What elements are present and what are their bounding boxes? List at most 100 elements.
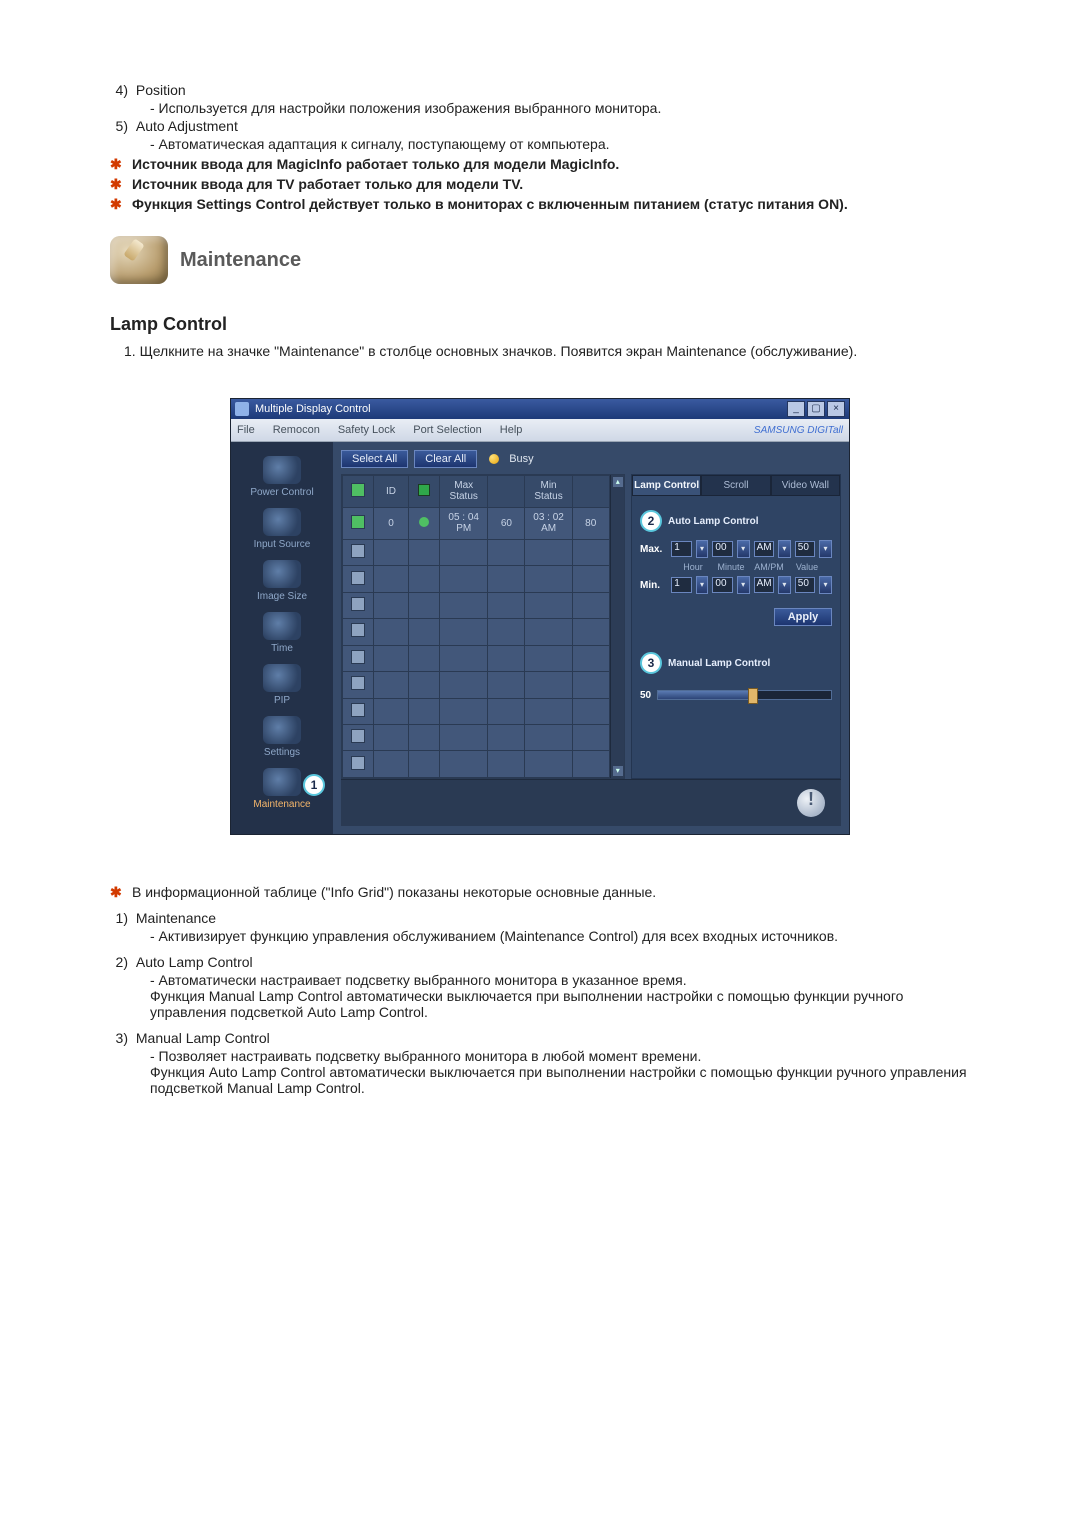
sidebar-item-pip[interactable]: PIP: [231, 664, 333, 706]
dropdown-icon[interactable]: ▾: [819, 576, 832, 594]
table-row[interactable]: [343, 619, 610, 645]
auto-lamp-title: 2 Auto Lamp Control: [640, 510, 832, 532]
menu-file[interactable]: File: [237, 424, 255, 436]
dropdown-icon[interactable]: ▾: [737, 576, 750, 594]
header-checkbox[interactable]: [351, 483, 365, 497]
min-hour-input[interactable]: 1: [671, 577, 691, 593]
dropdown-icon[interactable]: ▾: [696, 540, 709, 558]
maintenance-icon: [110, 236, 168, 284]
row-checkbox[interactable]: [351, 756, 365, 770]
row-checkbox[interactable]: [351, 515, 365, 529]
row-checkbox[interactable]: [351, 729, 365, 743]
dropdown-icon[interactable]: ▾: [819, 540, 832, 558]
app-icon: [235, 402, 249, 416]
dropdown-icon[interactable]: ▾: [737, 540, 750, 558]
tab-scroll[interactable]: Scroll: [701, 475, 770, 496]
table-row[interactable]: [343, 566, 610, 592]
note-tv: Источник ввода для TV работает только дл…: [110, 176, 970, 192]
col-max-val: [488, 476, 525, 508]
manual-lamp-label: Manual Lamp Control: [668, 658, 770, 669]
max-hour-input[interactable]: 1: [671, 541, 691, 557]
sidebar-item-label: Input Source: [231, 539, 333, 550]
status-dot-icon: [419, 517, 429, 527]
time-icon: [263, 612, 301, 640]
col-id: ID: [374, 476, 409, 508]
sidebar-item-input-source[interactable]: Input Source: [231, 508, 333, 550]
menu-remocon[interactable]: Remocon: [273, 424, 320, 436]
input-source-icon: [263, 508, 301, 536]
col-ampm-label: AM/PM: [750, 562, 788, 572]
sidebar-item-maintenance[interactable]: Maintenance 1: [231, 768, 333, 810]
cell-max-val: 60: [488, 507, 525, 539]
table-row[interactable]: [343, 592, 610, 618]
sidebar-item-time[interactable]: Time: [231, 612, 333, 654]
scroll-down-icon[interactable]: ▾: [613, 766, 623, 776]
menu-help[interactable]: Help: [500, 424, 523, 436]
close-button[interactable]: ×: [827, 401, 845, 417]
settings-icon: [263, 716, 301, 744]
max-minute-input[interactable]: 00: [712, 541, 732, 557]
sidebar-item-image-size[interactable]: Image Size: [231, 560, 333, 602]
note-magicinfo: Источник ввода для MagicInfo работает то…: [110, 156, 970, 172]
image-size-icon: [263, 560, 301, 588]
minimize-button[interactable]: _: [787, 401, 805, 417]
clear-all-button[interactable]: Clear All: [414, 450, 477, 468]
max-ampm-input[interactable]: AM: [754, 541, 774, 557]
menu-port-selection[interactable]: Port Selection: [413, 424, 481, 436]
dropdown-icon[interactable]: ▾: [778, 576, 791, 594]
row-checkbox[interactable]: [351, 623, 365, 637]
menu-safety-lock[interactable]: Safety Lock: [338, 424, 395, 436]
min-ampm-input[interactable]: AM: [754, 577, 774, 593]
cell-min-val: 80: [572, 507, 609, 539]
row-checkbox[interactable]: [351, 544, 365, 558]
table-row[interactable]: [343, 539, 610, 565]
table-row[interactable]: [343, 724, 610, 750]
tab-lamp-control[interactable]: Lamp Control: [632, 475, 701, 496]
table-row[interactable]: [343, 751, 610, 778]
grid-scrollbar[interactable]: ▴ ▾: [610, 475, 624, 778]
app-window: Multiple Display Control _ ▢ × File Remo…: [231, 399, 849, 834]
min-label: Min.: [640, 580, 667, 591]
sidebar-item-label: Settings: [231, 747, 333, 758]
cell-max-status: 05 : 04 PM: [440, 507, 488, 539]
table-row[interactable]: [343, 698, 610, 724]
brand-label: SAMSUNG DIGITall: [754, 425, 843, 436]
max-row: Max. 1▾ 00▾ AM▾ 50▾: [640, 540, 832, 558]
row-checkbox[interactable]: [351, 703, 365, 717]
window-title: Multiple Display Control: [255, 403, 785, 415]
main-pane: Select All Clear All Busy ID: [333, 442, 849, 834]
slider-thumb[interactable]: [748, 688, 758, 704]
sidebar-item-label: PIP: [231, 695, 333, 706]
row-checkbox[interactable]: [351, 571, 365, 585]
alert-icon[interactable]: [797, 789, 825, 817]
col-value-label: Value: [788, 562, 826, 572]
info-grid-table: ID Max Status Min Status 0: [342, 475, 610, 778]
column-labels: Hour Minute AM/PM Value: [674, 562, 832, 572]
maintenance-side-icon: [263, 768, 301, 796]
row-checkbox[interactable]: [351, 597, 365, 611]
apply-button[interactable]: Apply: [774, 608, 832, 626]
row-checkbox[interactable]: [351, 650, 365, 664]
item-desc: - Автоматическая адаптация к сигналу, по…: [150, 136, 970, 152]
col-max-status: Max Status: [440, 476, 488, 508]
min-minute-input[interactable]: 00: [712, 577, 732, 593]
dropdown-icon[interactable]: ▾: [778, 540, 791, 558]
table-row[interactable]: [343, 672, 610, 698]
tab-video-wall[interactable]: Video Wall: [771, 475, 840, 496]
manual-lamp-slider[interactable]: [657, 690, 832, 700]
scroll-up-icon[interactable]: ▴: [613, 477, 623, 487]
row-checkbox[interactable]: [351, 676, 365, 690]
min-value-input[interactable]: 50: [795, 577, 815, 593]
dropdown-icon[interactable]: ▾: [696, 576, 709, 594]
titlebar[interactable]: Multiple Display Control _ ▢ ×: [231, 399, 849, 419]
item-number: 5): [110, 118, 128, 134]
app-footer: [341, 779, 841, 826]
table-row[interactable]: 0 05 : 04 PM 60 03 : 02 AM 80: [343, 507, 610, 539]
select-all-button[interactable]: Select All: [341, 450, 408, 468]
sidebar-item-power-control[interactable]: Power Control: [231, 456, 333, 498]
sidebar-item-settings[interactable]: Settings: [231, 716, 333, 758]
section-maintenance: Maintenance: [110, 236, 970, 284]
table-row[interactable]: [343, 645, 610, 671]
max-value-input[interactable]: 50: [795, 541, 815, 557]
maximize-button[interactable]: ▢: [807, 401, 825, 417]
